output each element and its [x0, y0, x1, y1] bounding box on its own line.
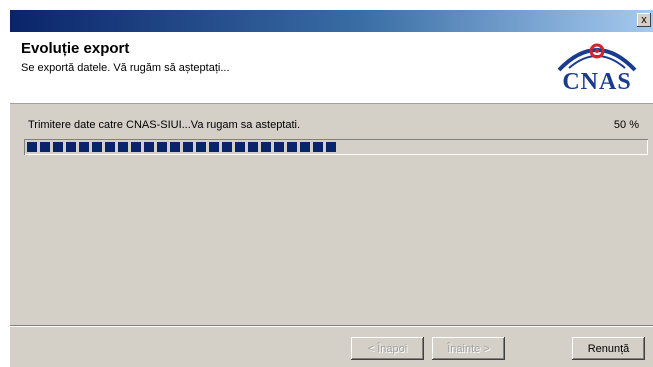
progress-fill — [27, 142, 336, 152]
back-button[interactable]: < Înapoi — [351, 337, 424, 360]
progress-status-text: Trimitere date catre CNAS-SIUI...Va ruga… — [28, 119, 301, 131]
next-button[interactable]: Înainte > — [432, 337, 505, 360]
page-subtitle: Se exportă datele. Vă rugăm să așteptați… — [21, 62, 230, 74]
progress-percent: 50 % — [613, 119, 639, 131]
cancel-button[interactable]: Renunță — [572, 337, 645, 360]
close-icon[interactable]: x — [637, 13, 651, 27]
progress-bar — [24, 139, 648, 155]
export-progress-dialog: x Evoluție export Se exportă datele. Vă … — [10, 10, 653, 367]
logo-text: CNAS — [562, 69, 632, 95]
title-bar[interactable]: x — [10, 10, 653, 32]
cnas-logo: CNAS — [551, 38, 643, 96]
cnas-logo-icon — [557, 43, 637, 72]
wizard-header: Evoluție export Se exportă datele. Vă ru… — [10, 32, 653, 104]
page-title: Evoluție export — [21, 40, 130, 57]
button-separator — [10, 325, 653, 327]
